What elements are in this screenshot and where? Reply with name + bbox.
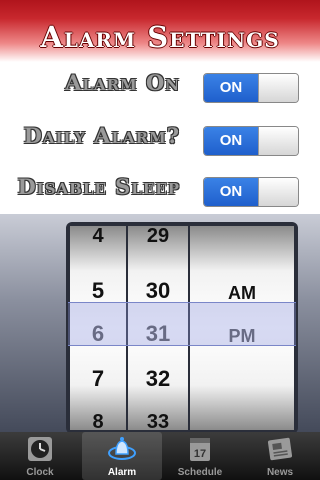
tab-alarm[interactable]: Alarm xyxy=(82,432,162,480)
clock-icon xyxy=(28,437,52,461)
newspaper-icon xyxy=(267,437,293,461)
alarm-on-toggle[interactable]: ON xyxy=(203,73,299,103)
toggle-knob xyxy=(258,127,298,155)
tab-label-clock: Clock xyxy=(26,467,54,478)
alarm-bell-icon xyxy=(108,437,136,460)
calendar-day-number: 17 xyxy=(194,448,206,460)
hour-option[interactable]: 7 xyxy=(70,366,126,392)
toggle-knob xyxy=(258,178,298,206)
setting-label-alarm-on: Alarm On xyxy=(65,70,180,95)
setting-row-disable-sleep: Disable Sleep ON xyxy=(0,170,320,207)
header-bar: Alarm Settings xyxy=(0,0,320,62)
tab-label-schedule: Schedule xyxy=(177,467,223,478)
time-picker-area: 4 5 6 7 8 29 30 31 32 33 AM PM xyxy=(0,214,320,432)
picker-selection-bar xyxy=(68,302,296,346)
disable-sleep-toggle[interactable]: ON xyxy=(203,177,299,207)
tab-news[interactable]: News xyxy=(240,432,320,480)
toggle-on-label: ON xyxy=(204,127,258,155)
minute-option[interactable]: 32 xyxy=(128,366,188,392)
calendar-icon: 17 xyxy=(190,438,210,461)
setting-row-alarm-on: Alarm On ON xyxy=(0,66,320,103)
toggle-on-label: ON xyxy=(204,74,258,102)
tab-label-news: News xyxy=(266,467,294,478)
hour-option[interactable]: 8 xyxy=(70,410,126,430)
minute-option[interactable]: 30 xyxy=(128,278,188,304)
setting-label-disable-sleep: Disable Sleep xyxy=(17,174,180,199)
tab-label-alarm: Alarm xyxy=(107,467,137,478)
hour-option[interactable]: 4 xyxy=(70,226,126,248)
tab-clock[interactable]: Clock xyxy=(0,432,80,480)
toggle-knob xyxy=(258,74,298,102)
hour-option[interactable]: 5 xyxy=(70,278,126,304)
toggle-on-label: ON xyxy=(204,178,258,206)
settings-list: Alarm On ON Daily Alarm? ON Disable Slee… xyxy=(0,62,320,214)
daily-alarm-toggle[interactable]: ON xyxy=(203,126,299,156)
tab-schedule[interactable]: 17 Schedule xyxy=(160,432,240,480)
setting-row-daily-alarm: Daily Alarm? ON xyxy=(0,119,320,156)
minute-option[interactable]: 33 xyxy=(128,410,188,430)
minute-option[interactable]: 29 xyxy=(128,226,188,248)
page-title: Alarm Settings xyxy=(40,20,280,54)
tab-bar: Clock Alarm 17 Schedule News xyxy=(0,432,320,480)
setting-label-daily-alarm: Daily Alarm? xyxy=(23,123,180,148)
